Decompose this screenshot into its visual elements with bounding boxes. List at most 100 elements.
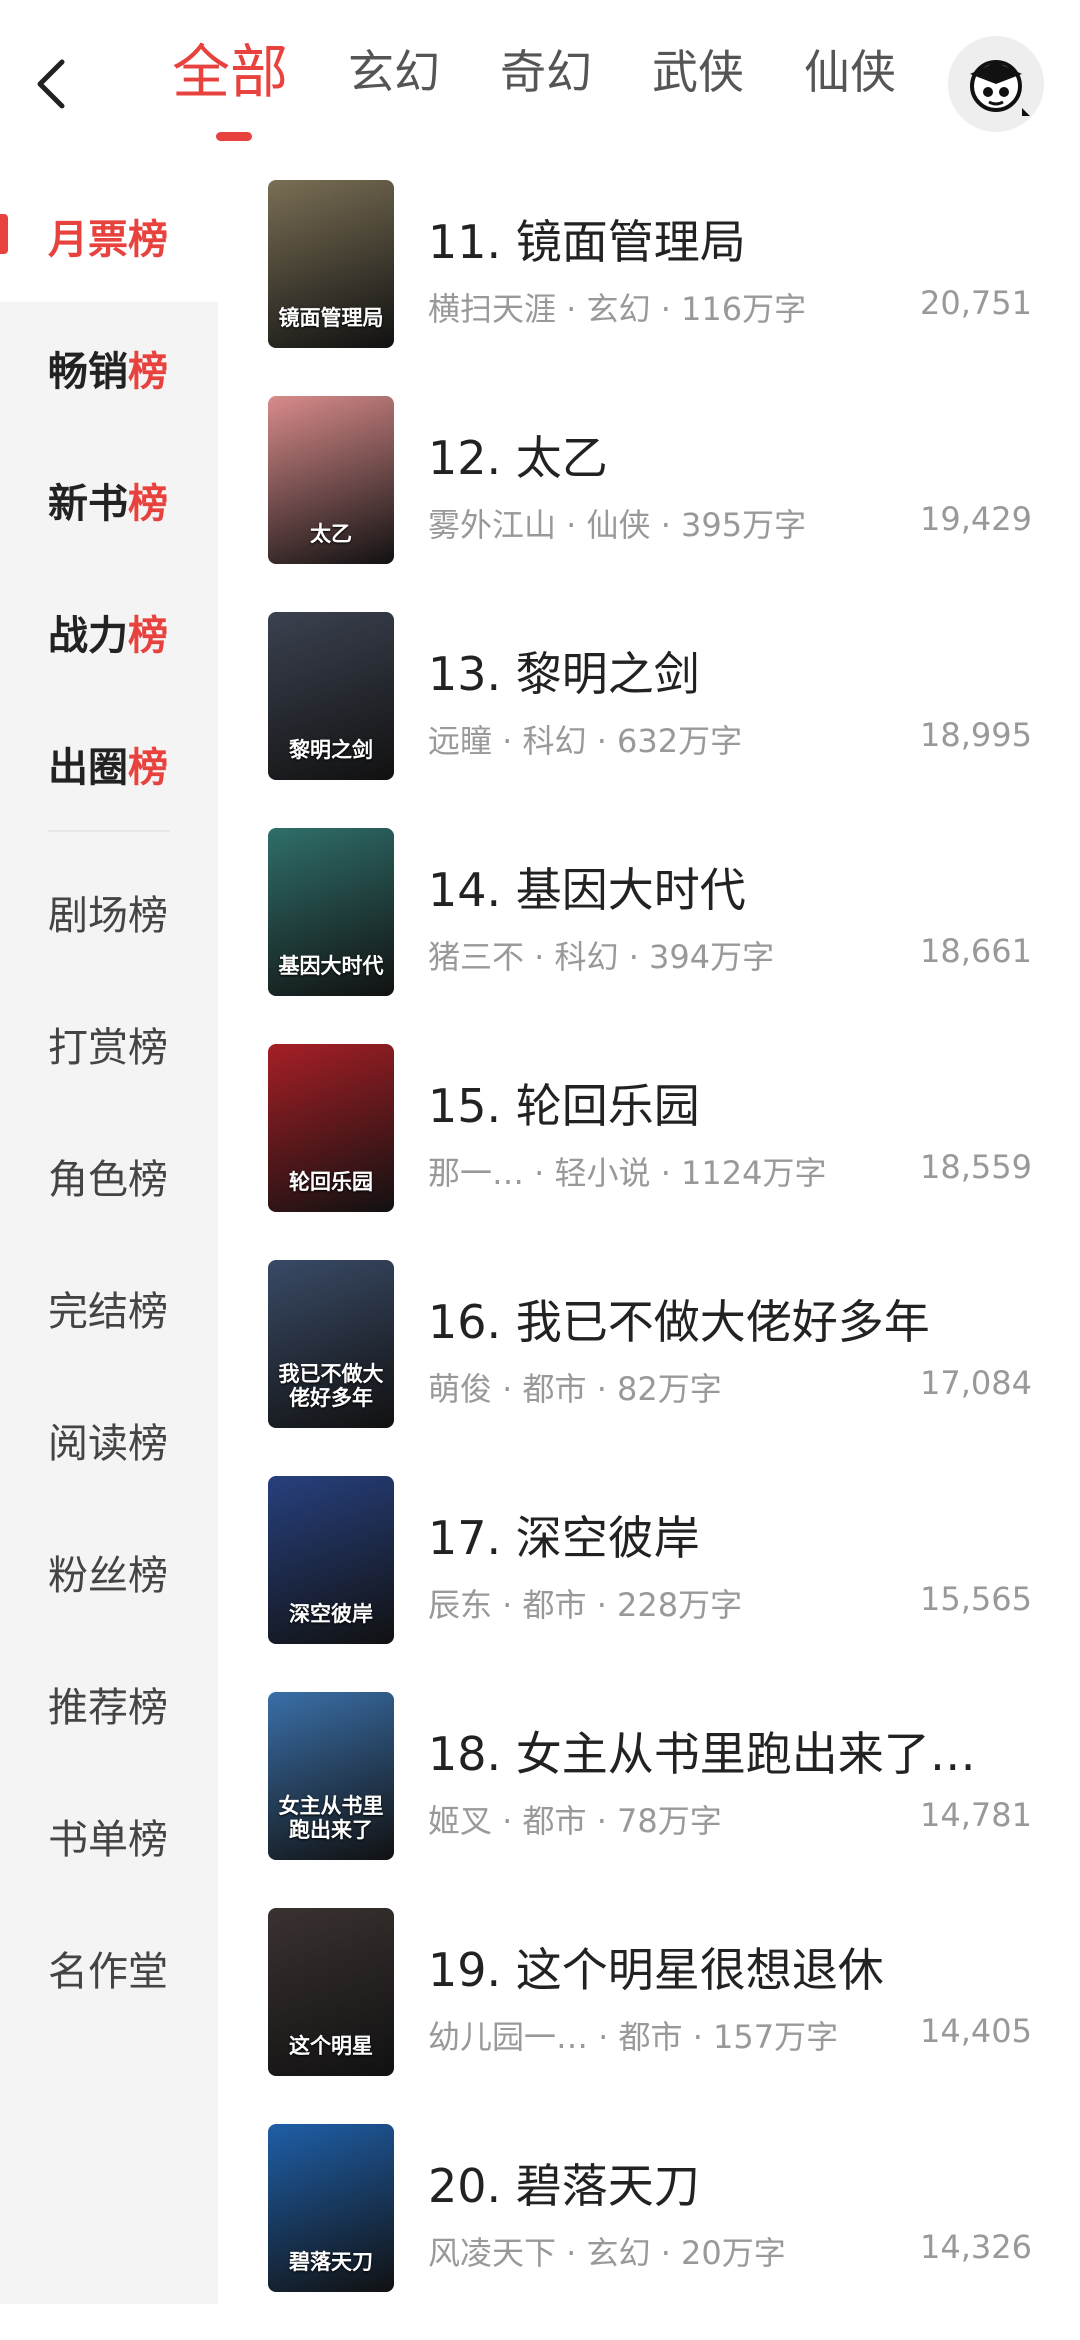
book-cover: 黎明之剑 (268, 612, 394, 780)
cover-title: 碧落天刀 (289, 2250, 373, 2274)
book-meta: 风凌天下 · 玄幻 · 20万字 (428, 2234, 786, 2272)
cover-title: 黎明之剑 (289, 738, 373, 762)
sidebar-item-label: 出圈 (48, 745, 128, 791)
sidebar-item-monthly-ticket[interactable]: 月票榜 (0, 170, 218, 302)
cover-title: 女主从书里跑出来了 (278, 1794, 384, 1842)
sidebar-item-label: 名作堂 (48, 1949, 168, 1995)
book-row[interactable]: 女主从书里跑出来了 18. 女主从书里跑出来了… 姬叉 · 都市 · 78万字 … (218, 1692, 1080, 1908)
book-meta: 横扫天涯 · 玄幻 · 116万字 (428, 290, 807, 328)
ranking-sidebar: 月票榜 畅销榜 新书榜 战力榜 出圈榜 剧场榜 打赏榜 角色榜 完结榜 阅读榜 … (0, 170, 218, 2304)
book-row[interactable]: 碧落天刀 20. 碧落天刀 风凌天下 · 玄幻 · 20万字 14,326 (218, 2124, 1080, 2340)
book-row[interactable]: 深空彼岸 17. 深空彼岸 辰东 · 都市 · 228万字 15,565 (218, 1476, 1080, 1692)
sidebar-divider (48, 830, 170, 832)
book-title: 15. 轮回乐园 (428, 1079, 700, 1133)
sidebar-item-booklist[interactable]: 书单榜 (0, 1770, 218, 1902)
sidebar-item-suffix: 榜 (128, 217, 168, 263)
book-cover: 这个明星 (268, 1908, 394, 2076)
tab-xianxia[interactable]: 仙侠 (804, 40, 896, 140)
sidebar-item-fans[interactable]: 粉丝榜 (0, 1506, 218, 1638)
ticket-count: 20,751 (920, 284, 1032, 322)
book-row[interactable]: 轮回乐园 15. 轮回乐园 那一… · 轻小说 · 1124万字 18,559 (218, 1044, 1080, 1260)
active-tab-indicator (216, 132, 252, 141)
sidebar-item-new-books[interactable]: 新书榜 (0, 434, 218, 566)
sidebar-item-recommend[interactable]: 推荐榜 (0, 1638, 218, 1770)
book-meta: 幼儿园一… · 都市 · 157万字 (428, 2018, 839, 2056)
cover-title: 这个明星 (289, 2034, 373, 2058)
top-bar: 全部 玄幻 奇幻 武侠 仙侠 (0, 0, 1080, 170)
book-cover: 太乙 (268, 396, 394, 564)
tab-label: 武侠 (652, 45, 745, 99)
book-meta: 远瞳 · 科幻 · 632万字 (428, 722, 743, 760)
book-title: 13. 黎明之剑 (428, 647, 700, 701)
book-cover: 轮回乐园 (268, 1044, 394, 1212)
category-tabs: 全部 玄幻 奇幻 武侠 仙侠 (172, 38, 956, 141)
ticket-count: 14,326 (920, 2228, 1032, 2266)
cover-title: 轮回乐园 (289, 1170, 373, 1194)
book-row[interactable]: 太乙 12. 太乙 雾外江山 · 仙侠 · 395万字 19,429 (218, 396, 1080, 612)
book-meta: 那一… · 轻小说 · 1124万字 (428, 1154, 827, 1192)
book-title: 20. 碧落天刀 (428, 2159, 700, 2213)
back-arrow-icon[interactable] (22, 52, 86, 116)
ticket-count: 18,661 (920, 932, 1032, 970)
sidebar-item-suffix: 榜 (128, 349, 168, 395)
tab-wuxia[interactable]: 武侠 (652, 40, 744, 140)
ticket-count: 18,995 (920, 716, 1032, 754)
sidebar-item-character[interactable]: 角色榜 (0, 1110, 218, 1242)
book-row[interactable]: 黎明之剑 13. 黎明之剑 远瞳 · 科幻 · 632万字 18,995 (218, 612, 1080, 828)
tab-label: 全部 (172, 38, 289, 106)
active-indicator (0, 214, 8, 254)
cover-title: 镜面管理局 (278, 306, 384, 330)
sidebar-item-power[interactable]: 战力榜 (0, 566, 218, 698)
sidebar-item-label: 新书 (48, 481, 128, 527)
sidebar-item-label: 书单榜 (48, 1817, 168, 1863)
sidebar-item-bestseller[interactable]: 畅销榜 (0, 302, 218, 434)
ticket-count: 15,565 (920, 1580, 1032, 1618)
book-title: 14. 基因大时代 (428, 863, 746, 917)
ticket-count: 14,405 (920, 2012, 1032, 2050)
book-cover: 镜面管理局 (268, 180, 394, 348)
sidebar-item-suffix: 榜 (128, 481, 168, 527)
book-cover: 碧落天刀 (268, 2124, 394, 2292)
book-row[interactable]: 镜面管理局 11. 镜面管理局 横扫天涯 · 玄幻 · 116万字 20,751 (218, 180, 1080, 396)
ticket-count: 18,559 (920, 1148, 1032, 1186)
user-avatar-icon[interactable] (948, 36, 1044, 132)
cover-title: 太乙 (310, 522, 352, 546)
book-row[interactable]: 基因大时代 14. 基因大时代 猪三不 · 科幻 · 394万字 18,661 (218, 828, 1080, 1044)
book-cover: 女主从书里跑出来了 (268, 1692, 394, 1860)
sidebar-item-suffix: 榜 (128, 613, 168, 659)
sidebar-item-label: 推荐榜 (48, 1685, 168, 1731)
book-cover: 深空彼岸 (268, 1476, 394, 1644)
sidebar-item-suffix: 榜 (128, 745, 168, 791)
book-meta: 辰东 · 都市 · 228万字 (428, 1586, 743, 1624)
ticket-count: 17,084 (920, 1364, 1032, 1402)
book-title: 12. 太乙 (428, 431, 608, 485)
sidebar-item-label: 剧场榜 (48, 893, 168, 939)
sidebar-item-masterpiece[interactable]: 名作堂 (0, 1902, 218, 2034)
sidebar-item-reward[interactable]: 打赏榜 (0, 978, 218, 1110)
book-row[interactable]: 这个明星 19. 这个明星很想退休 幼儿园一… · 都市 · 157万字 14,… (218, 1908, 1080, 2124)
tab-all[interactable]: 全部 (172, 38, 289, 141)
book-title: 11. 镜面管理局 (428, 215, 746, 269)
sidebar-item-label: 阅读榜 (48, 1421, 168, 1467)
book-title: 18. 女主从书里跑出来了… (428, 1727, 976, 1781)
cover-title: 深空彼岸 (289, 1602, 373, 1626)
tab-qihuan[interactable]: 奇幻 (500, 40, 592, 140)
book-row[interactable]: 我已不做大佬好多年 16. 我已不做大佬好多年 萌俊 · 都市 · 82万字 1… (218, 1260, 1080, 1476)
tab-xuanhuan[interactable]: 玄幻 (348, 40, 440, 140)
book-title: 17. 深空彼岸 (428, 1511, 700, 1565)
cover-title: 我已不做大佬好多年 (278, 1362, 384, 1410)
sidebar-item-breakout[interactable]: 出圈榜 (0, 698, 218, 830)
book-title: 19. 这个明星很想退休 (428, 1943, 884, 1997)
sidebar-item-theater[interactable]: 剧场榜 (0, 846, 218, 978)
sidebar-item-label: 完结榜 (48, 1289, 168, 1335)
sidebar-item-label: 粉丝榜 (48, 1553, 168, 1599)
book-meta: 萌俊 · 都市 · 82万字 (428, 1370, 722, 1408)
sidebar-item-reading[interactable]: 阅读榜 (0, 1374, 218, 1506)
book-meta: 雾外江山 · 仙侠 · 395万字 (428, 506, 807, 544)
book-cover: 我已不做大佬好多年 (268, 1260, 394, 1428)
sidebar-item-label: 角色榜 (48, 1157, 168, 1203)
sidebar-item-completed[interactable]: 完结榜 (0, 1242, 218, 1374)
ticket-count: 19,429 (920, 500, 1032, 538)
cover-title: 基因大时代 (278, 954, 384, 978)
book-title: 16. 我已不做大佬好多年 (428, 1295, 930, 1349)
